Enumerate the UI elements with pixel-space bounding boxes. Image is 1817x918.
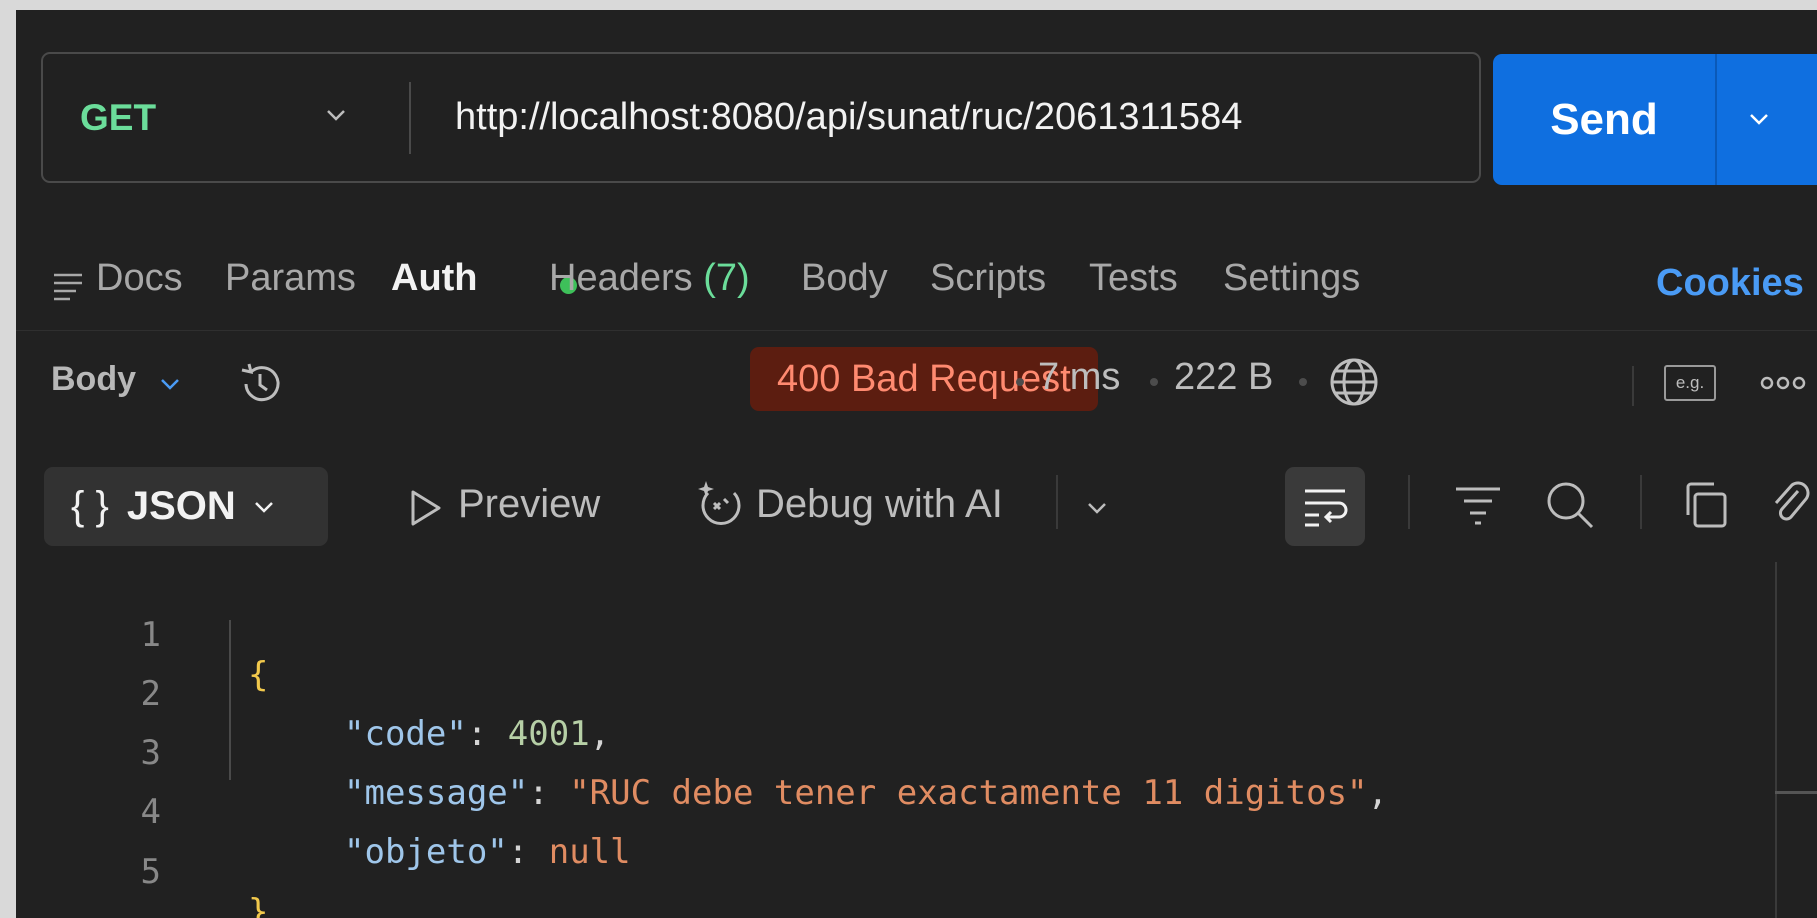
dot-separator bbox=[1016, 378, 1024, 386]
send-button[interactable]: Send bbox=[1493, 54, 1817, 185]
format-select[interactable]: { } JSON bbox=[44, 467, 328, 546]
response-meta: Body 400 Bad Request 7 ms 222 B e.g. bbox=[16, 342, 1817, 422]
example-icon[interactable]: e.g. bbox=[1664, 365, 1716, 401]
format-label: JSON bbox=[126, 484, 236, 528]
dot-separator bbox=[1299, 378, 1307, 386]
cookies-link[interactable]: Cookies bbox=[1656, 262, 1804, 305]
chevron-down-icon[interactable] bbox=[158, 372, 182, 396]
tab-headers-label: Headers bbox=[549, 257, 693, 299]
json-braces-icon: { } bbox=[71, 484, 109, 528]
send-label: Send bbox=[1550, 94, 1658, 144]
code-line: 2 "code": 4001, bbox=[16, 634, 1716, 754]
divider bbox=[16, 330, 1817, 331]
tab-tests[interactable]: Tests bbox=[1089, 257, 1178, 300]
chevron-down-icon[interactable] bbox=[1746, 106, 1772, 132]
method-label: GET bbox=[80, 96, 157, 138]
filter-icon[interactable] bbox=[1454, 485, 1502, 525]
indent-guide bbox=[229, 620, 231, 780]
code-line: 1 { bbox=[16, 575, 1716, 695]
minimap-scrollbar[interactable] bbox=[1775, 562, 1777, 918]
response-size[interactable]: 222 B bbox=[1174, 356, 1273, 399]
code-line: 3 "message": "RUC debe tener exactamente… bbox=[16, 693, 1716, 813]
headers-count: (7) bbox=[703, 257, 750, 299]
more-icon[interactable] bbox=[1759, 375, 1807, 391]
divider bbox=[1408, 475, 1410, 529]
code-line: 5 } bbox=[16, 812, 1716, 918]
method-select[interactable]: GET bbox=[80, 54, 156, 181]
tab-body[interactable]: Body bbox=[801, 257, 888, 300]
chevron-down-icon[interactable] bbox=[1084, 495, 1110, 521]
request-tabs: Docs Params Auth Headers (7) Body Script… bbox=[16, 232, 1817, 332]
postman-window: GET http://localhost:8080/api/sunat/ruc/… bbox=[16, 10, 1817, 918]
tab-docs[interactable]: Docs bbox=[96, 257, 183, 300]
tab-settings[interactable]: Settings bbox=[1223, 257, 1360, 300]
code-line: 4 "objeto": null bbox=[16, 752, 1716, 872]
globe-icon[interactable] bbox=[1328, 356, 1380, 408]
tab-headers[interactable]: Headers (7) bbox=[549, 257, 750, 300]
link-icon[interactable] bbox=[1768, 479, 1816, 531]
search-icon[interactable] bbox=[1544, 479, 1596, 531]
tab-auth[interactable]: Auth bbox=[391, 257, 478, 300]
preview-button[interactable]: Preview bbox=[458, 482, 600, 527]
play-icon[interactable] bbox=[408, 488, 444, 528]
copy-icon[interactable] bbox=[1682, 479, 1730, 531]
divider bbox=[1056, 475, 1058, 529]
scroll-marker bbox=[1775, 791, 1817, 794]
wrap-lines-button[interactable] bbox=[1285, 467, 1365, 546]
line-number: 5 bbox=[140, 852, 161, 892]
divider bbox=[1640, 475, 1642, 529]
chevron-down-icon bbox=[254, 501, 273, 513]
tab-params[interactable]: Params bbox=[225, 257, 356, 300]
divider bbox=[409, 82, 411, 154]
response-viewer-toolbar: { } JSON Preview Debug with AI bbox=[16, 455, 1817, 546]
dot-separator bbox=[1150, 378, 1158, 386]
history-icon[interactable] bbox=[236, 360, 284, 408]
debug-with-ai-button[interactable]: Debug with AI bbox=[756, 482, 1003, 527]
url-input[interactable]: http://localhost:8080/api/sunat/ruc/2061… bbox=[455, 54, 1242, 181]
chevron-down-icon[interactable] bbox=[323, 102, 349, 128]
close-brace[interactable]: } bbox=[248, 892, 268, 918]
docs-icon[interactable] bbox=[52, 270, 84, 302]
response-view-select[interactable]: Body bbox=[51, 360, 136, 399]
wrap-text-icon bbox=[1305, 489, 1348, 527]
request-bar: GET http://localhost:8080/api/sunat/ruc/… bbox=[41, 52, 1481, 183]
ai-sparkle-icon[interactable] bbox=[694, 479, 746, 531]
response-time[interactable]: 7 ms bbox=[1038, 356, 1120, 399]
tab-scripts[interactable]: Scripts bbox=[930, 257, 1046, 300]
divider bbox=[1632, 366, 1634, 406]
divider bbox=[1715, 54, 1717, 185]
